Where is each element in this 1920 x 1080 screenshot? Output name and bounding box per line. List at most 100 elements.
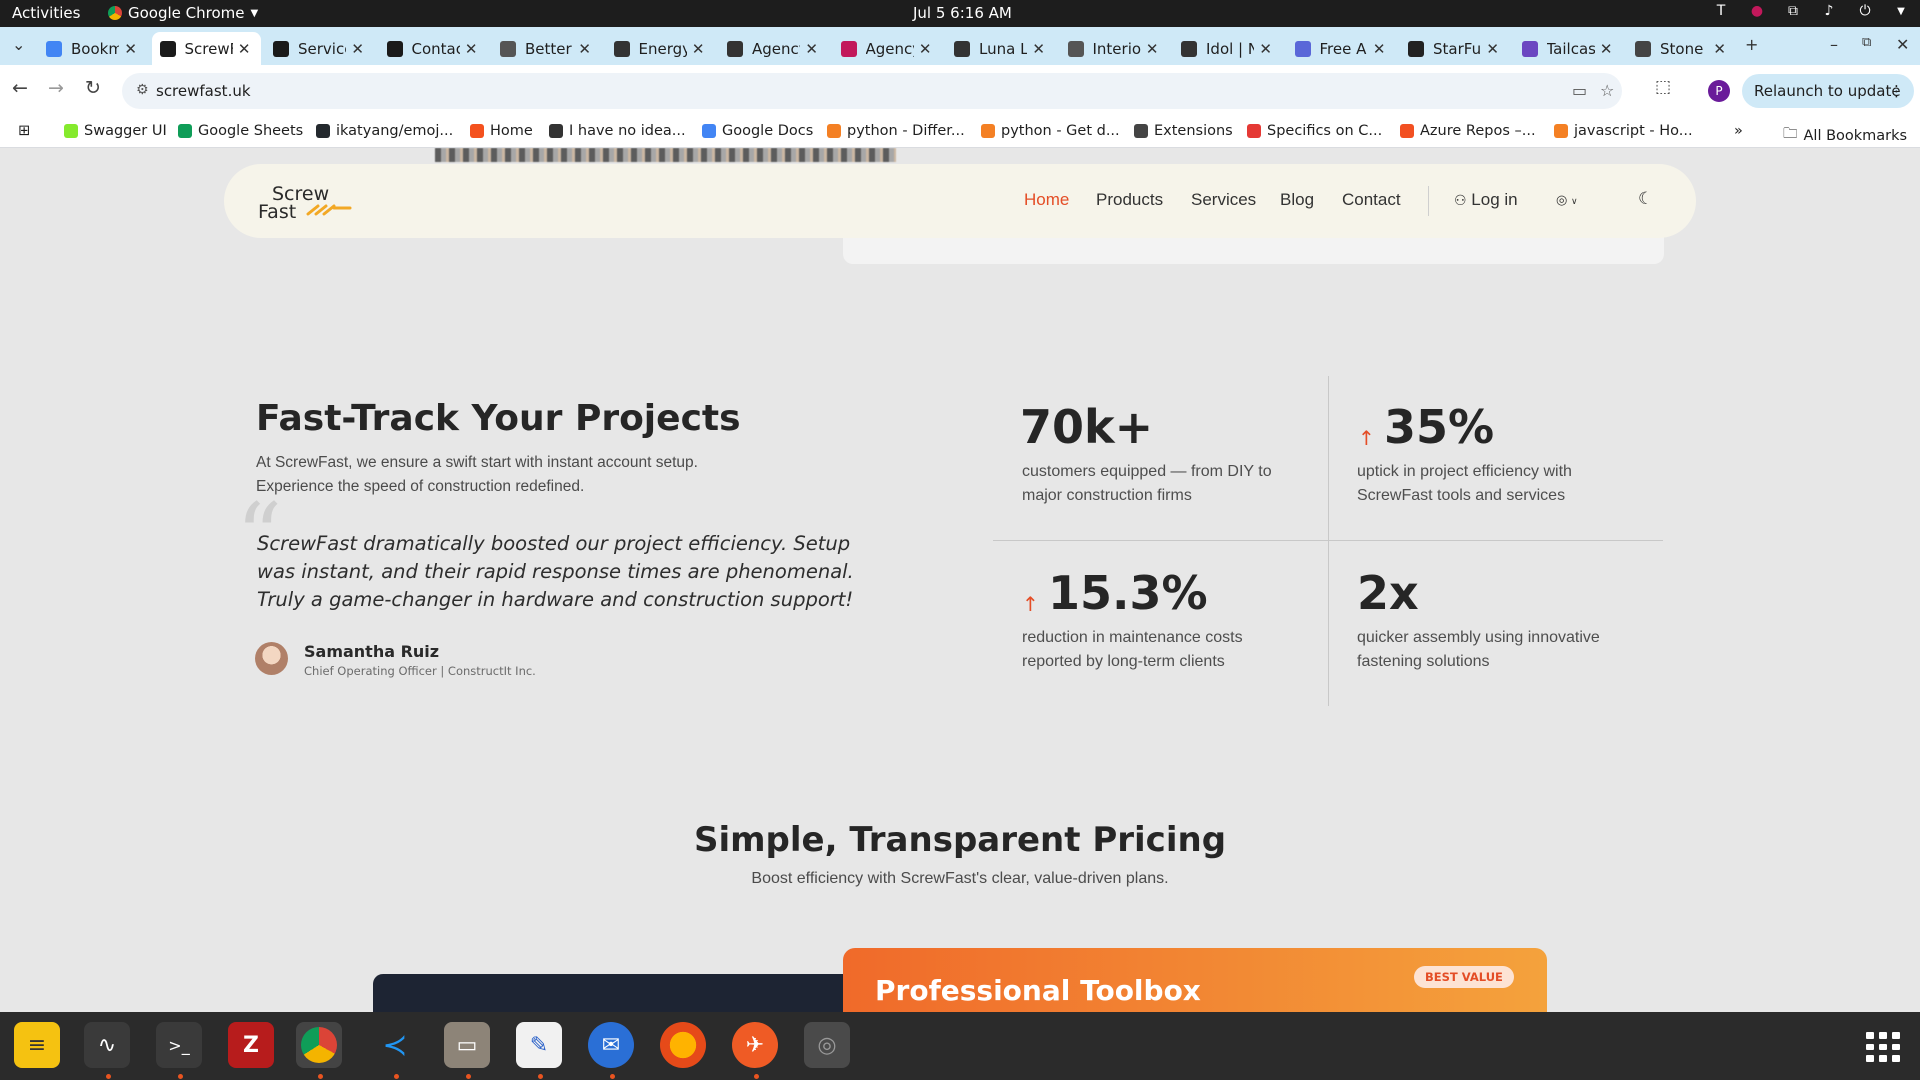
address-bar[interactable]: ⚙ screwfast.uk ▭ ☆ <box>122 73 1622 109</box>
language-selector[interactable]: ◎ ∨ <box>1556 192 1578 208</box>
chevron-down-icon[interactable]: ▼ <box>1892 6 1910 17</box>
close-tab-icon[interactable]: ✕ <box>1486 40 1499 58</box>
bookmark-item[interactable]: python - Differ... <box>827 123 965 139</box>
tab-search-icon[interactable]: ⌄ <box>12 35 25 54</box>
tab-title: Agency <box>865 39 914 58</box>
bookmark-item[interactable]: javascript - Ho... <box>1554 123 1693 139</box>
url-text[interactable]: screwfast.uk <box>156 82 251 100</box>
browser-tab[interactable]: Bookmarks ✕ <box>38 32 147 65</box>
close-tab-icon[interactable]: ✕ <box>1259 40 1272 58</box>
bookmark-item[interactable]: Specifics on C... <box>1247 123 1382 139</box>
close-tab-icon[interactable]: ✕ <box>124 40 137 58</box>
system-tray[interactable]: T ● ⧉ ♪ ⏻ ▼ <box>1712 3 1910 19</box>
tab-title: Luna L <box>979 39 1027 58</box>
extensions-icon[interactable]: ⬚ <box>1655 77 1671 97</box>
filezilla-icon[interactable]: Z <box>228 1022 274 1068</box>
thunderbird-icon[interactable]: ✉ <box>588 1022 634 1068</box>
reload-icon[interactable]: ↻ <box>85 77 101 99</box>
more-bookmarks-icon[interactable]: » <box>1734 123 1743 139</box>
restore-icon[interactable]: ⧉ <box>1862 35 1871 50</box>
nav-home[interactable]: Home <box>1024 190 1069 210</box>
close-tab-icon[interactable]: ✕ <box>1713 40 1726 58</box>
browser-tab[interactable]: Stone ✕ <box>1627 32 1736 65</box>
browser-tab[interactable]: Agency ✕ <box>719 32 828 65</box>
close-tab-icon[interactable]: ✕ <box>692 40 705 58</box>
back-icon[interactable]: ← <box>12 77 28 99</box>
nav-contact[interactable]: Contact <box>1342 190 1401 210</box>
activities-button[interactable]: Activities <box>12 4 80 22</box>
browser-tab[interactable]: Free A ✕ <box>1287 32 1396 65</box>
minimize-icon[interactable]: – <box>1830 35 1838 54</box>
close-tab-icon[interactable]: ✕ <box>919 40 932 58</box>
firefox-icon[interactable] <box>660 1022 706 1068</box>
bookmark-item[interactable]: ikatyang/emoj... <box>316 123 453 139</box>
browser-tab[interactable]: Services ✕ <box>265 32 374 65</box>
site-info-icon[interactable]: ⚙ <box>136 82 149 98</box>
browser-tab[interactable]: Contact ✕ <box>379 32 488 65</box>
color-picker-icon[interactable]: ● <box>1748 3 1766 19</box>
bookmark-item[interactable]: Home <box>470 123 533 139</box>
all-bookmarks[interactable]: 🗀 All Bookmarks <box>1783 123 1907 148</box>
pricing-card-basic <box>373 974 853 1012</box>
relaunch-button[interactable]: Relaunch to update ⋮ <box>1742 74 1914 108</box>
bookmark-item[interactable]: Google Sheets <box>178 123 303 139</box>
browser-tab[interactable]: ScrewFast ✕ <box>151 32 261 65</box>
close-tab-icon[interactable]: ✕ <box>578 40 591 58</box>
new-tab-icon[interactable]: + <box>1745 35 1758 54</box>
bookmark-item[interactable]: python - Get d... <box>981 123 1120 139</box>
browser-tab[interactable]: Energy ✕ <box>606 32 715 65</box>
login-link[interactable]: ⚇ Log in <box>1454 190 1518 210</box>
browser-tab[interactable]: Idol | N ✕ <box>1173 32 1282 65</box>
close-tab-icon[interactable]: ✕ <box>465 40 478 58</box>
vscode-icon[interactable]: ≺ <box>372 1022 418 1068</box>
close-tab-icon[interactable]: ✕ <box>1373 40 1386 58</box>
updates-icon[interactable]: ◎ <box>804 1022 850 1068</box>
bookmark-star-icon[interactable]: ☆ <box>1600 81 1614 100</box>
bookmark-item[interactable]: Extensions <box>1134 123 1233 139</box>
translate-icon[interactable]: T <box>1712 3 1730 19</box>
apps-grid-icon[interactable]: ⊞ <box>18 123 30 139</box>
screwfast-logo[interactable]: Screw Fast <box>258 178 358 222</box>
bookmark-item[interactable]: Swagger UI <box>64 123 167 139</box>
more-menu-icon[interactable]: ⋮ <box>1889 82 1904 100</box>
install-app-icon[interactable]: ▭ <box>1572 81 1587 100</box>
files-icon[interactable]: ▭ <box>444 1022 490 1068</box>
close-window-icon[interactable]: ✕ <box>1896 35 1909 54</box>
forward-icon[interactable]: → <box>48 77 64 99</box>
close-tab-icon[interactable]: ✕ <box>351 40 364 58</box>
app-menu[interactable]: Google Chrome ▼ <box>108 4 258 22</box>
running-indicator <box>754 1074 759 1079</box>
bookmark-label: Azure Repos –... <box>1420 123 1536 139</box>
bookmark-item[interactable]: Azure Repos –... <box>1400 123 1536 139</box>
browser-tab[interactable]: Luna L ✕ <box>946 32 1055 65</box>
chrome-icon[interactable] <box>296 1022 342 1068</box>
clock[interactable]: Jul 5 6:16 AM <box>913 4 1012 22</box>
close-tab-icon[interactable]: ✕ <box>805 40 818 58</box>
browser-tab[interactable]: Agency ✕ <box>833 32 942 65</box>
terminal-icon[interactable]: >_ <box>156 1022 202 1068</box>
nav-products[interactable]: Products <box>1096 190 1163 210</box>
show-apps-icon[interactable] <box>1866 1032 1900 1062</box>
browser-tab[interactable]: StarFu ✕ <box>1400 32 1509 65</box>
profile-avatar[interactable]: P <box>1708 80 1730 102</box>
power-icon[interactable]: ⏻ <box>1856 3 1874 19</box>
bookmark-item[interactable]: I have no idea... <box>549 123 686 139</box>
system-monitor-icon[interactable]: ∿ <box>84 1022 130 1068</box>
text-editor-icon[interactable]: ✎ <box>516 1022 562 1068</box>
close-tab-icon[interactable]: ✕ <box>1146 40 1159 58</box>
browser-tab[interactable]: Tailcast ✕ <box>1514 32 1623 65</box>
nav-blog[interactable]: Blog <box>1280 190 1314 210</box>
nav-services[interactable]: Services <box>1191 190 1256 210</box>
postman-icon[interactable]: ✈ <box>732 1022 778 1068</box>
volume-icon[interactable]: ♪ <box>1820 3 1838 19</box>
notes-app-icon[interactable]: ≡ <box>14 1022 60 1068</box>
close-tab-icon[interactable]: ✕ <box>1600 40 1613 58</box>
browser-tab[interactable]: Interior ✕ <box>1060 32 1169 65</box>
browser-tab[interactable]: Better ✕ <box>492 32 601 65</box>
dark-mode-toggle-icon[interactable]: ☾ <box>1638 189 1653 209</box>
close-tab-icon[interactable]: ✕ <box>1032 40 1045 58</box>
network-icon[interactable]: ⧉ <box>1784 3 1802 19</box>
close-tab-icon[interactable]: ✕ <box>238 40 251 58</box>
system-top-bar: Activities Google Chrome ▼ Jul 5 6:16 AM… <box>0 0 1920 27</box>
bookmark-item[interactable]: Google Docs <box>702 123 813 139</box>
